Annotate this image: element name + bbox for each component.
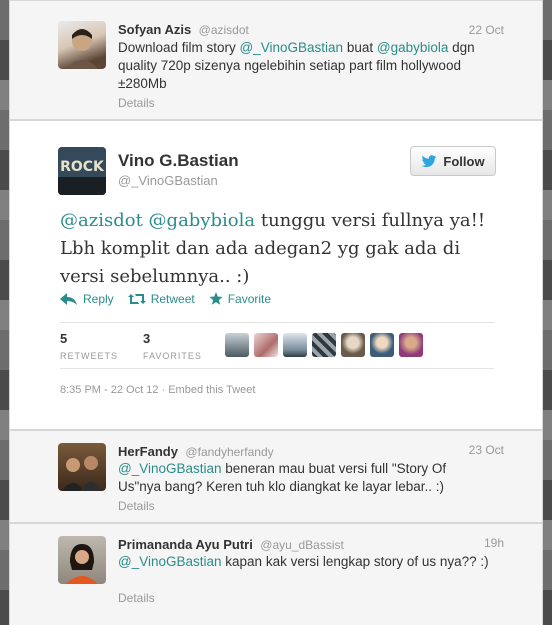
- text-segment: buat: [343, 40, 377, 55]
- background-right: [542, 0, 552, 625]
- mention-link[interactable]: @_VinoGBastian: [240, 40, 344, 55]
- tweet-actions: Reply Retweet Favorite: [60, 292, 271, 306]
- author-handle[interactable]: @_VinoGBastian: [118, 173, 239, 188]
- tweet-meta[interactable]: 8:35 PM - 22 Oct 12 · Embed this Tweet: [60, 384, 255, 396]
- rock-logo-icon: ROCK: [58, 147, 106, 195]
- reply-action[interactable]: Reply: [60, 292, 114, 306]
- avatar[interactable]: [254, 333, 278, 357]
- author-name[interactable]: HerFandy: [118, 444, 178, 459]
- favorites-label: FAVORITES: [143, 351, 202, 361]
- twitter-bird-icon: [422, 154, 437, 167]
- retweets-label: RETWEETS: [60, 351, 119, 361]
- mention-link[interactable]: @gabybiola: [149, 210, 256, 231]
- mention-link[interactable]: @_VinoGBastian: [118, 554, 222, 569]
- author-handle[interactable]: @azisdot: [199, 23, 249, 37]
- mention-link[interactable]: @gabybiola: [377, 40, 449, 55]
- favoriters-avatars: [225, 333, 423, 357]
- main-tweet-card: ROCK Vino G.Bastian @_VinoGBastian Follo…: [9, 120, 543, 430]
- avatar[interactable]: [58, 443, 106, 491]
- favorites-count: 3: [143, 331, 151, 346]
- person-photo-icon: [66, 29, 98, 69]
- retweet-icon: [127, 294, 146, 304]
- details-link[interactable]: Details: [118, 96, 155, 110]
- follow-label: Follow: [443, 153, 485, 169]
- tweet-time[interactable]: 23 Oct: [469, 443, 504, 457]
- author-name[interactable]: Sofyan Azis: [118, 22, 191, 37]
- avatar[interactable]: [312, 333, 336, 357]
- avatar[interactable]: [225, 333, 249, 357]
- text-segment: kapan kak versi lengkap story of us nya?…: [221, 554, 489, 569]
- author-name[interactable]: Vino G.Bastian: [118, 151, 239, 171]
- avatar-logo-text: ROCK: [60, 159, 105, 175]
- reply-card[interactable]: HerFandy @fandyherfandy 23 Oct @_VinoGBa…: [9, 430, 543, 523]
- divider: [60, 368, 494, 369]
- text-segment: Download film story: [118, 40, 240, 55]
- avatar[interactable]: [370, 333, 394, 357]
- mention-link[interactable]: @azisdot: [60, 210, 143, 231]
- person-photo-icon: [62, 456, 102, 491]
- avatar[interactable]: [58, 21, 106, 69]
- author-handle[interactable]: @ayu_dBassist: [260, 538, 344, 552]
- avatar[interactable]: [58, 536, 106, 584]
- tweet-text: @_VinoGBastian kapan kak versi lengkap s…: [118, 553, 503, 571]
- reply-card[interactable]: Primananda Ayu Putri @ayu_dBassist 19h @…: [9, 523, 543, 625]
- author-name[interactable]: Primananda Ayu Putri: [118, 537, 253, 552]
- tweet-text: @azisdot @gabybiola tunggu versi fullnya…: [60, 207, 490, 291]
- tweet-time[interactable]: 19h: [484, 536, 504, 550]
- star-icon: [209, 292, 223, 305]
- retweets-count: 5: [60, 331, 68, 346]
- details-link[interactable]: Details: [118, 591, 155, 605]
- favorite-action[interactable]: Favorite: [209, 292, 271, 306]
- reply-card-top[interactable]: Sofyan Azis @azisdot 22 Oct Download fil…: [9, 0, 543, 120]
- retweet-label: Retweet: [150, 292, 195, 306]
- reply-arrow-icon: [60, 293, 77, 305]
- avatar[interactable]: [399, 333, 423, 357]
- favorite-label: Favorite: [227, 292, 272, 306]
- tweet-text: @_VinoGBastian beneran mau buat versi fu…: [118, 460, 488, 496]
- reply-label: Reply: [83, 292, 114, 306]
- follow-button[interactable]: Follow: [410, 146, 496, 176]
- avatar[interactable]: [283, 333, 307, 357]
- favorites-stat[interactable]: 3 FAVORITES: [143, 331, 202, 361]
- details-link[interactable]: Details: [118, 499, 155, 513]
- mention-link[interactable]: @_VinoGBastian: [118, 461, 222, 476]
- avatar[interactable]: ROCK: [58, 147, 106, 195]
- author-handle[interactable]: @fandyherfandy: [185, 445, 273, 459]
- tweet-time[interactable]: 22 Oct: [469, 23, 504, 37]
- avatar[interactable]: [341, 333, 365, 357]
- divider: [60, 322, 494, 323]
- person-photo-icon: [66, 544, 98, 584]
- retweet-action[interactable]: Retweet: [127, 292, 195, 306]
- tweet-text: Download film story @_VinoGBastian buat …: [118, 39, 498, 93]
- retweets-stat[interactable]: 5 RETWEETS: [60, 331, 118, 361]
